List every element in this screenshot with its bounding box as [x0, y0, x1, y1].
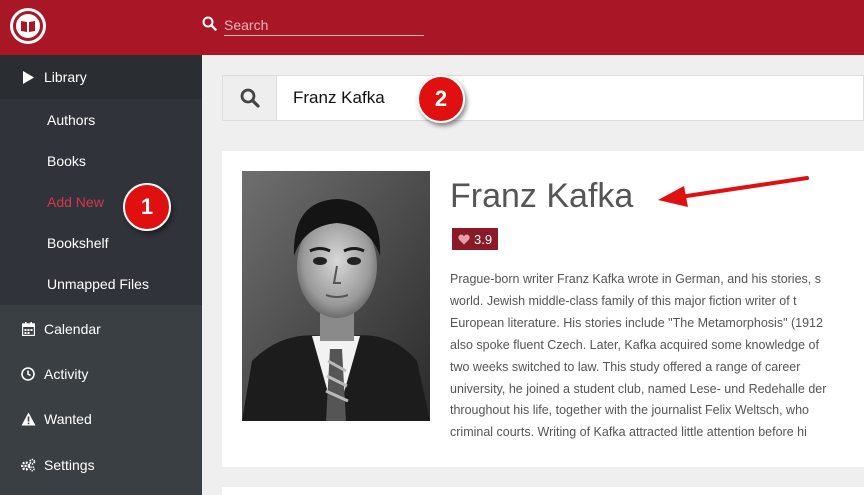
- author-search-bar: Franz Kafka: [222, 75, 864, 121]
- top-search: [202, 14, 424, 36]
- overview-line: criminal courts. Writing of Kafka attrac…: [450, 425, 807, 440]
- search-icon: [223, 76, 277, 120]
- overview-line: world. Jewish middle-class family of thi…: [450, 293, 797, 308]
- next-result-card[interactable]: [222, 487, 864, 495]
- play-icon: [20, 70, 36, 84]
- sidebar-item-settings[interactable]: Settings: [0, 443, 202, 487]
- top-bar: [0, 0, 864, 55]
- sidebar-item-label: Calendar: [44, 321, 101, 337]
- author-photo: [242, 171, 430, 421]
- sidebar-item-activity[interactable]: Activity: [0, 352, 202, 396]
- overview-line: university, he joined a student club, na…: [450, 381, 827, 396]
- gears-icon: [20, 458, 36, 472]
- rating-value: 3.9: [474, 231, 493, 247]
- book-logo-icon[interactable]: [10, 8, 46, 44]
- warning-icon: [20, 412, 36, 426]
- sidebar-subitem-add-new[interactable]: Add New: [0, 181, 202, 222]
- calendar-icon: [20, 322, 36, 336]
- sidebar-subitem-authors[interactable]: Authors: [0, 99, 202, 140]
- author-result-card[interactable]: Franz Kafka 3.9 Prague-born writer Franz…: [222, 151, 864, 467]
- search-icon: [202, 16, 217, 31]
- sidebar-item-label: Settings: [44, 457, 95, 473]
- sidebar-item-library[interactable]: Library: [0, 55, 202, 99]
- sidebar-subitem-unmapped-files[interactable]: Unmapped Files: [0, 263, 202, 304]
- overview-line: also spoke fluent Czech. Later, Kafka ac…: [450, 337, 819, 352]
- sidebar-item-label: Library: [44, 69, 87, 85]
- sidebar: Library Authors Books Add New Bookshelf …: [0, 55, 202, 495]
- author-overview: Prague-born writer Franz Kafka wrote in …: [450, 269, 864, 449]
- overview-line: Prague-born writer Franz Kafka wrote in …: [450, 272, 821, 286]
- overview-line: two weeks switched to law. This study of…: [450, 359, 801, 374]
- library-submenu: Authors Books Add New Bookshelf Unmapped…: [0, 99, 202, 305]
- sidebar-item-label: Wanted: [44, 411, 92, 427]
- sidebar-item-wanted[interactable]: Wanted: [0, 397, 202, 441]
- sidebar-subitem-bookshelf[interactable]: Bookshelf: [0, 222, 202, 263]
- callout-badge-1: 1: [123, 183, 171, 231]
- callout-badge-2: 2: [417, 75, 465, 123]
- overview-line: throughout his life, together with the j…: [450, 403, 809, 418]
- sidebar-item-label: Activity: [44, 366, 89, 382]
- author-search-input[interactable]: Franz Kafka: [293, 88, 385, 108]
- top-search-input[interactable]: [224, 14, 424, 36]
- clock-icon: [20, 367, 36, 381]
- sidebar-subitem-books[interactable]: Books: [0, 140, 202, 181]
- author-name: Franz Kafka: [450, 177, 634, 215]
- sidebar-item-calendar[interactable]: Calendar: [0, 307, 202, 351]
- overview-line: European literature. His stories include…: [450, 315, 823, 330]
- heart-icon: [458, 234, 470, 244]
- rating-badge: 3.9: [452, 228, 499, 250]
